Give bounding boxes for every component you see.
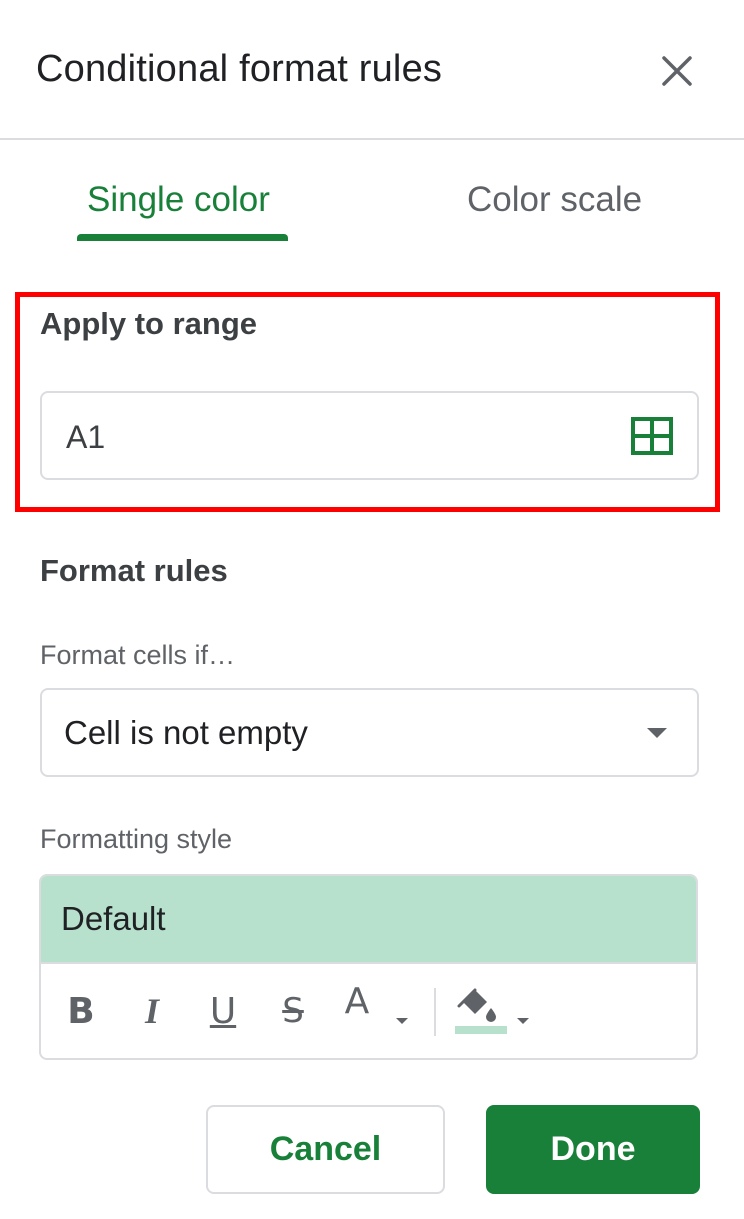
range-input[interactable]: A1 bbox=[40, 391, 699, 480]
close-icon[interactable] bbox=[656, 50, 698, 92]
text-color-icon[interactable]: A bbox=[339, 976, 375, 1026]
tab-color-scale[interactable]: Color scale bbox=[467, 180, 642, 220]
chevron-down-icon bbox=[647, 728, 667, 738]
format-rules-heading: Format rules bbox=[40, 553, 228, 588]
underline-icon[interactable]: U bbox=[203, 986, 243, 1036]
tab-single-color[interactable]: Single color bbox=[87, 180, 270, 220]
style-toolbar: B I U S A bbox=[41, 964, 696, 1058]
condition-value: Cell is not empty bbox=[64, 714, 308, 751]
grid-icon[interactable] bbox=[631, 417, 673, 455]
text-color-dropdown-icon[interactable] bbox=[396, 1018, 408, 1024]
cancel-button[interactable]: Cancel bbox=[206, 1105, 445, 1194]
formatting-style-label: Formatting style bbox=[40, 824, 233, 854]
fill-color-icon[interactable] bbox=[451, 984, 511, 1036]
tab-active-indicator bbox=[77, 234, 288, 241]
range-value[interactable]: A1 bbox=[66, 419, 105, 456]
panel-header: Conditional format rules bbox=[0, 0, 744, 140]
bold-icon[interactable]: B bbox=[61, 986, 101, 1036]
apply-to-range-label: Apply to range bbox=[40, 306, 258, 341]
done-button[interactable]: Done bbox=[486, 1105, 700, 1194]
strikethrough-icon[interactable]: S bbox=[271, 986, 315, 1036]
toolbar-divider bbox=[434, 988, 436, 1036]
condition-select[interactable]: Cell is not empty bbox=[40, 688, 699, 777]
format-cells-if-label: Format cells if… bbox=[40, 640, 236, 670]
fill-color-dropdown-icon[interactable] bbox=[517, 1018, 529, 1024]
panel-title: Conditional format rules bbox=[36, 48, 443, 90]
formatting-style-box: Default B I U S A bbox=[39, 874, 698, 1060]
italic-icon[interactable]: I bbox=[132, 986, 172, 1036]
style-preview[interactable]: Default bbox=[41, 876, 696, 964]
style-preview-text: Default bbox=[61, 900, 166, 937]
